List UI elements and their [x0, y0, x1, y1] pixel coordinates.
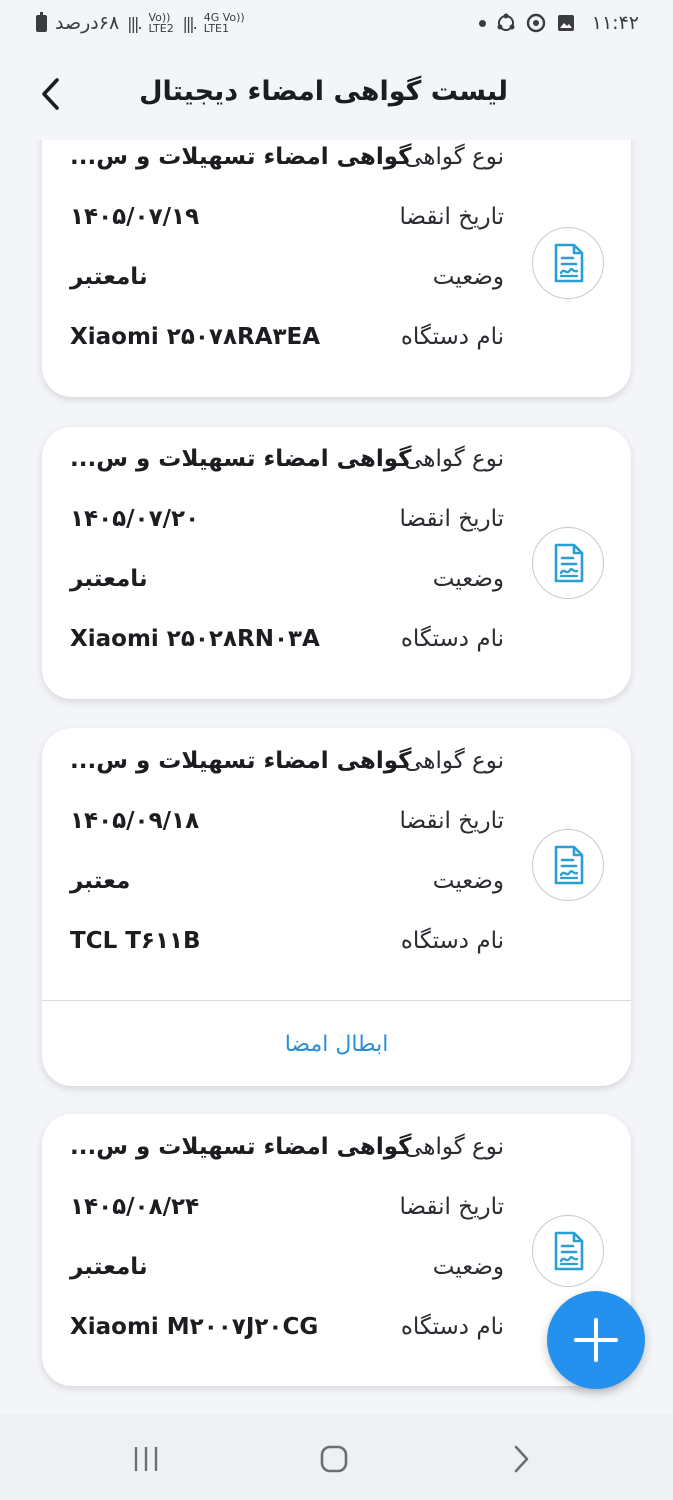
status-label: وضعیت — [432, 868, 504, 894]
chevron-right-icon — [514, 1445, 529, 1473]
back-nav-button[interactable] — [508, 1444, 534, 1474]
status-value: نامعتبر — [70, 566, 148, 592]
recent-apps-icon — [134, 1447, 158, 1471]
device-row: نام دستگاه Xiaomi ۲۵۰۷۸RA۳EA — [42, 324, 631, 364]
certificate-card[interactable]: نوع گواهی گواهی امضاء تسهیلات و س... تار… — [42, 427, 631, 699]
add-certificate-button[interactable] — [547, 1291, 645, 1389]
home-icon — [320, 1445, 348, 1473]
expiry-value: ۱۴۰۵/۰۷/۱۹ — [70, 204, 200, 230]
cert-type-value: گواهی امضاء تسهیلات و س... — [70, 1134, 412, 1160]
device-value: Xiaomi ۲۵۰۷۸RA۳EA — [70, 324, 321, 350]
device-row: نام دستگاه TCL T۶۱۱B — [42, 928, 631, 968]
device-label: نام دستگاه — [400, 1314, 504, 1340]
status-bar-left: ۶۸درصد |||. Vo)) LTE2 |||. 4G Vo)) LTE1 — [36, 11, 254, 35]
device-value: TCL T۶۱۱B — [70, 928, 201, 954]
status-value: نامعتبر — [70, 1254, 148, 1280]
status-value: نامعتبر — [70, 264, 148, 290]
expiry-value: ۱۴۰۵/۰۸/۲۴ — [70, 1194, 200, 1220]
signed-document-icon — [532, 527, 604, 599]
cert-type-label: نوع گواهی — [404, 446, 504, 472]
sim1-network-label: 4G Vo)) LTE1 — [203, 11, 245, 35]
certificate-list[interactable]: نوع گواهی گواهی امضاء تسهیلات و س... تار… — [0, 140, 673, 1414]
cert-type-label: نوع گواهی — [404, 144, 504, 170]
home-button[interactable] — [318, 1444, 350, 1474]
cert-type-row: نوع گواهی گواهی امضاء تسهیلات و س... — [42, 144, 631, 184]
app-header: لیست گواهی امضاء دیجیتال — [0, 56, 673, 132]
device-value: Xiaomi M۲۰۰۷J۲۰CG — [70, 1314, 319, 1340]
expiry-label: تاریخ انقضا — [399, 1194, 504, 1220]
signal-bars-icon: |||. — [127, 13, 142, 33]
expiry-label: تاریخ انقضا — [399, 808, 504, 834]
signed-document-icon — [532, 1215, 604, 1287]
device-value: Xiaomi ۲۵۰۲۸RN۰۳A — [70, 626, 320, 652]
revoke-signature-button[interactable]: ابطال امضا — [42, 1004, 631, 1084]
expiry-value: ۱۴۰۵/۰۹/۱۸ — [70, 808, 200, 834]
certificate-card[interactable]: نوع گواهی گواهی امضاء تسهیلات و س... تار… — [42, 140, 631, 397]
cert-type-value: گواهی امضاء تسهیلات و س... — [70, 144, 412, 170]
cert-type-label: نوع گواهی — [404, 1134, 504, 1160]
device-label: نام دستگاه — [400, 324, 504, 350]
cert-type-row: نوع گواهی گواهی امضاء تسهیلات و س... — [42, 446, 631, 486]
signed-document-icon — [532, 227, 604, 299]
device-label: نام دستگاه — [400, 928, 504, 954]
expiry-label: تاریخ انقضا — [399, 506, 504, 532]
status-label: وضعیت — [432, 1254, 504, 1280]
status-value: معتبر — [70, 868, 131, 894]
sim2-network-label: Vo)) LTE2 — [148, 11, 174, 35]
recent-apps-button[interactable] — [128, 1444, 164, 1474]
card-divider — [42, 1000, 631, 1001]
device-row: نام دستگاه Xiaomi ۲۵۰۲۸RN۰۳A — [42, 626, 631, 666]
gallery-icon — [556, 13, 576, 33]
expiry-value: ۱۴۰۵/۰۷/۲۰ — [70, 506, 200, 532]
signed-document-icon — [532, 829, 604, 901]
cert-type-value: گواهی امضاء تسهیلات و س... — [70, 748, 412, 774]
chevron-left-icon — [42, 78, 59, 110]
clock: ۱۱:۴۲ — [591, 12, 639, 34]
cert-type-value: گواهی امضاء تسهیلات و س... — [70, 446, 412, 472]
certificate-card[interactable]: نوع گواهی گواهی امضاء تسهیلات و س... تار… — [42, 1114, 631, 1386]
status-bar: ۶۸درصد |||. Vo)) LTE2 |||. 4G Vo)) LTE1 … — [0, 0, 673, 46]
status-label: وضعیت — [432, 264, 504, 290]
chrome-icon — [526, 13, 546, 33]
expiry-label: تاریخ انقضا — [399, 204, 504, 230]
cert-type-label: نوع گواهی — [404, 748, 504, 774]
system-navigation-bar — [0, 1414, 673, 1500]
certificate-card[interactable]: نوع گواهی گواهی امضاء تسهیلات و س... تار… — [42, 728, 631, 1086]
cert-type-row: نوع گواهی گواهی امضاء تسهیلات و س... — [42, 1134, 631, 1174]
cert-type-row: نوع گواهی گواهی امضاء تسهیلات و س... — [42, 748, 631, 788]
device-label: نام دستگاه — [400, 626, 504, 652]
page-title: لیست گواهی امضاء دیجیتال — [139, 76, 508, 107]
plus-icon — [574, 1318, 618, 1362]
back-button[interactable] — [32, 74, 68, 114]
signal-bars-icon-2: |||. — [182, 13, 197, 33]
battery-percentage: ۶۸درصد — [55, 12, 120, 34]
device-row: نام دستگاه Xiaomi M۲۰۰۷J۲۰CG — [42, 1314, 631, 1354]
battery-icon — [36, 11, 47, 32]
status-label: وضعیت — [432, 566, 504, 592]
sync-icon — [496, 13, 516, 33]
notification-dot-icon — [478, 19, 486, 27]
status-bar-right: ۱۱:۴۲ — [478, 12, 639, 34]
